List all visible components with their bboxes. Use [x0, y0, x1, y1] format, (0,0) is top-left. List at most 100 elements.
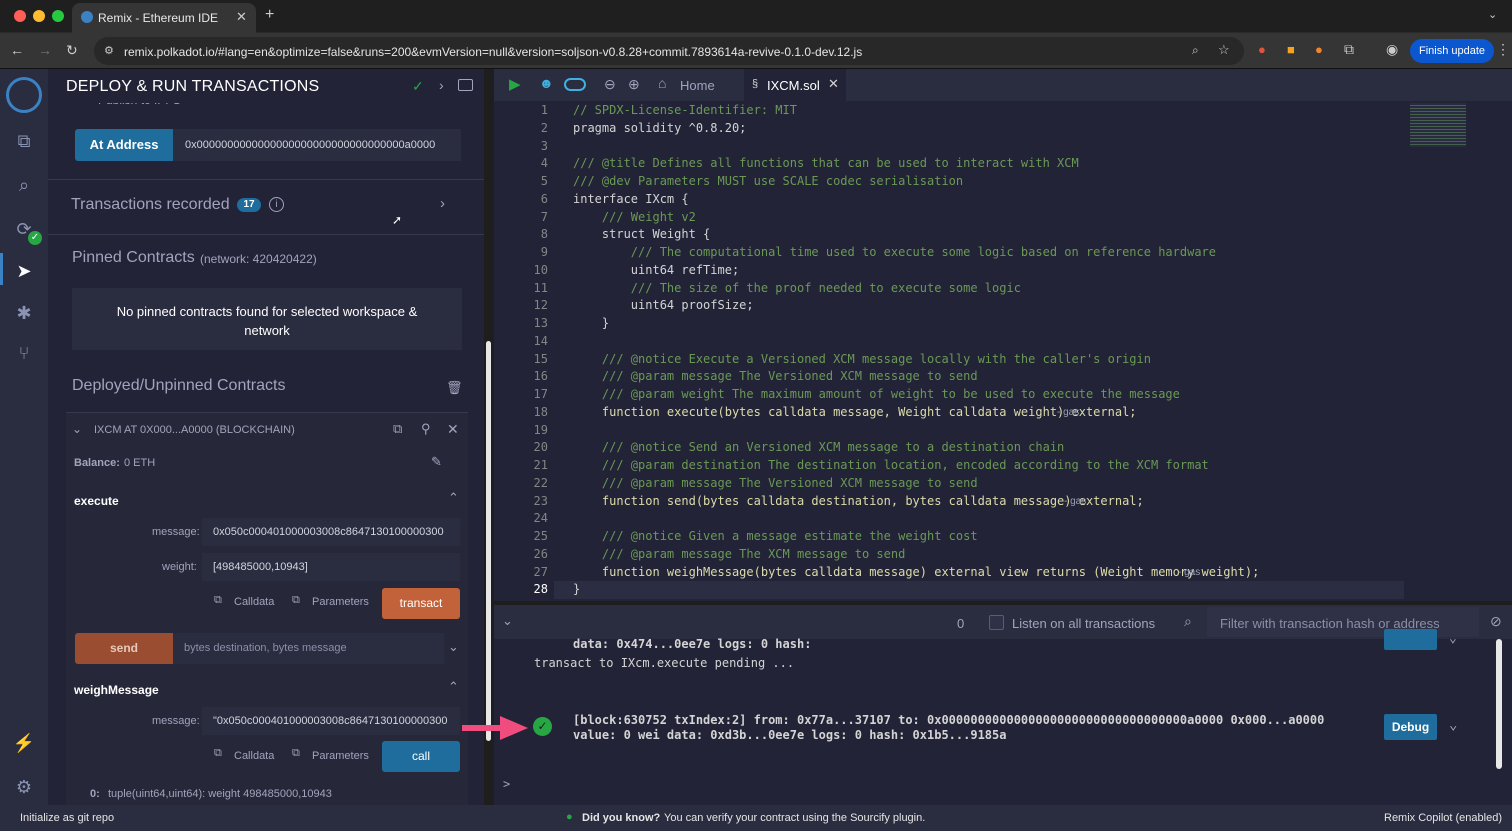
info-icon[interactable]: i — [269, 197, 284, 212]
back-icon[interactable]: ← — [10, 42, 24, 58]
copy-calldata-icon[interactable]: ⧉ — [214, 594, 222, 607]
weigh-message-input[interactable]: "0x050c000401000003008c8647130100000300 — [202, 707, 460, 735]
copy-parameters-icon[interactable]: ⧉ — [292, 594, 300, 607]
tx-details-line[interactable]: [block:630752 txIndex:2] from: 0x77a...3… — [573, 713, 1324, 727]
clear-console-icon[interactable]: ⊘ — [1490, 613, 1502, 630]
at-address-input[interactable]: 0x0000000000000000000000000000000000a000… — [173, 129, 461, 161]
bookmark-star-icon[interactable]: ☆ — [1218, 42, 1230, 58]
code-line: } — [573, 316, 610, 330]
gas-estimate-label: - gas — [1057, 406, 1080, 418]
chevron-down-icon[interactable]: ⌄ — [1449, 717, 1457, 733]
home-icon[interactable]: ⌂ — [658, 75, 666, 91]
chevron-down-icon[interactable]: ⌄ — [72, 422, 82, 436]
tab-home[interactable]: Home — [680, 78, 715, 93]
extension-icon[interactable]: ● — [1258, 42, 1266, 57]
reload-icon[interactable]: ↻ — [66, 42, 78, 59]
zoom-icon[interactable]: ⌕ — [1192, 43, 1199, 58]
chevron-right-icon[interactable]: › — [439, 77, 444, 93]
plugin-manager-icon[interactable]: ⚡ — [12, 731, 36, 755]
copy-calldata-icon[interactable]: ⧉ — [214, 747, 222, 760]
panel-scrollbar-thumb[interactable] — [486, 341, 491, 741]
deploy-run-icon[interactable]: ➤ — [12, 259, 36, 283]
chevron-down-icon[interactable]: ⌄ — [1449, 631, 1457, 646]
trash-icon[interactable]: 🗑 — [446, 380, 463, 396]
extensions-puzzle-icon[interactable]: ⧉ — [1344, 41, 1354, 58]
copy-icon[interactable]: ⧉ — [393, 421, 402, 437]
close-icon[interactable]: ✕ — [447, 421, 459, 438]
chevron-down-icon[interactable]: ⌄ — [448, 639, 459, 655]
pin-icon[interactable]: ⚲ — [421, 421, 431, 437]
extension-icon[interactable]: ● — [1315, 42, 1323, 57]
tab-list-icon[interactable]: ⌄ — [1488, 8, 1497, 21]
zoom-out-icon[interactable]: ⊖ — [604, 76, 616, 93]
minimap[interactable] — [1404, 101, 1512, 601]
execute-weight-input[interactable]: [498485000,10943] — [202, 553, 460, 581]
forward-icon[interactable]: → — [38, 42, 52, 58]
init-git-button[interactable]: Initialize as git repo — [20, 812, 114, 824]
transactions-recorded-label[interactable]: Transactions recorded — [71, 196, 230, 214]
search-icon[interactable]: ⌕ — [12, 173, 36, 197]
copy-parameters-icon[interactable]: ⧉ — [292, 747, 300, 760]
tx-filter-input[interactable]: Filter with transaction hash or address — [1207, 607, 1479, 637]
contract-instance-name[interactable]: IXCM AT 0X000...A0000 (BLOCKCHAIN) — [94, 424, 295, 436]
weigh-calldata-button[interactable]: Calldata — [234, 750, 274, 762]
line-number: 25 — [533, 529, 548, 543]
line-number: 24 — [533, 511, 548, 526]
settings-gear-icon[interactable]: ⚙ — [12, 775, 36, 799]
execute-message-input[interactable]: 0x050c000401000003008c8647130100000300 — [202, 518, 460, 546]
site-info-icon[interactable]: ⚙ — [104, 44, 114, 57]
collapse-terminal-icon[interactable]: ⌄ — [502, 613, 513, 629]
chevron-up-icon[interactable]: ⌃ — [448, 679, 459, 695]
url-text: remix.polkadot.io/#lang=en&optimize=fals… — [124, 45, 863, 59]
file-explorer-icon[interactable]: ⧉ — [12, 129, 36, 153]
weighmessage-function-name: weighMessage — [74, 683, 159, 697]
transact-button[interactable]: transact — [382, 588, 460, 619]
panel-scrollbar[interactable] — [484, 101, 492, 805]
call-button[interactable]: call — [382, 741, 460, 772]
console-prompt[interactable]: > — [503, 777, 510, 791]
highlight-arrow — [462, 716, 528, 740]
remix-logo-icon[interactable] — [6, 77, 42, 113]
debug-button[interactable]: Debug — [1384, 714, 1437, 740]
panel-toggle-icon[interactable] — [458, 79, 473, 91]
run-play-icon[interactable]: ▶ — [509, 75, 521, 93]
copilot-robot-icon[interactable]: ☻ — [539, 75, 554, 91]
send-args-input[interactable]: bytes destination, bytes message — [173, 633, 444, 664]
solidity-file-icon: § — [752, 78, 759, 90]
ai-toggle-switch[interactable] — [564, 78, 586, 91]
close-tab-icon[interactable]: ✕ — [828, 76, 839, 92]
at-address-button[interactable]: At Address — [75, 129, 173, 161]
search-icon[interactable]: ⌕ — [1184, 613, 1192, 630]
zoom-in-icon[interactable]: ⊕ — [628, 76, 640, 93]
execute-calldata-button[interactable]: Calldata — [234, 596, 274, 608]
weigh-parameters-button[interactable]: Parameters — [312, 750, 369, 762]
close-tab-icon[interactable]: ✕ — [236, 9, 247, 25]
browser-tab[interactable]: Remix - Ethereum IDE ✕ — [72, 3, 256, 33]
code-line: /// @notice Execute a Versioned XCM mess… — [573, 351, 1151, 366]
code-editor[interactable]: 1 2 3 4 5 6 7 8 9 10 11 12 13 14 15 16 17 18 19 20 21 22 23 24 2… — [494, 101, 1404, 601]
git-icon[interactable]: ⑂ — [12, 341, 36, 365]
debug-button[interactable] — [1384, 629, 1437, 650]
execute-parameters-button[interactable]: Parameters — [312, 596, 369, 608]
browser-menu-icon[interactable]: ⋮ — [1496, 41, 1510, 58]
debugger-bug-icon[interactable]: ✱ — [12, 301, 36, 325]
line-number: 8 — [540, 227, 548, 242]
profile-icon[interactable]: ◉ — [1386, 41, 1398, 58]
terminal-scrollbar-thumb[interactable] — [1496, 639, 1502, 769]
tab-file-active[interactable]: § IXCM.sol ✕ — [744, 69, 846, 101]
new-tab-icon[interactable]: + — [265, 6, 274, 24]
chevron-up-icon[interactable]: ⌃ — [448, 490, 459, 506]
extension-icon[interactable]: ■ — [1287, 42, 1295, 57]
line-number: 28 — [533, 582, 548, 597]
close-window-button[interactable] — [14, 10, 26, 22]
minimize-window-button[interactable] — [33, 10, 45, 22]
tx-details-line[interactable]: value: 0 wei data: 0xd3b...0ee7e logs: 0… — [573, 728, 1006, 742]
url-field[interactable]: ⚙ remix.polkadot.io/#lang=en&optimize=fa… — [94, 37, 1244, 65]
finish-update-button[interactable]: Finish update — [1410, 39, 1494, 63]
copilot-status[interactable]: Remix Copilot (enabled) — [1384, 812, 1502, 824]
edit-icon[interactable]: ✎ — [431, 454, 442, 470]
chevron-right-icon[interactable]: › — [440, 195, 445, 212]
zoom-window-button[interactable] — [52, 10, 64, 22]
send-button[interactable]: send — [75, 633, 173, 664]
listen-checkbox[interactable] — [989, 615, 1004, 630]
